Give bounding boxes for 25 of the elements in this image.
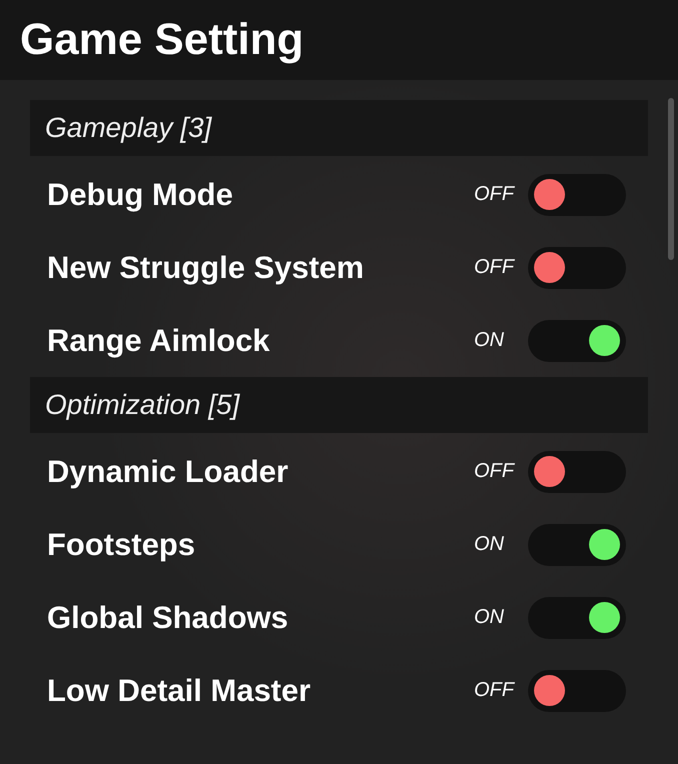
setting-label: New Struggle System xyxy=(47,250,365,286)
toggle-switch[interactable] xyxy=(528,450,626,492)
window-title: Game Setting xyxy=(20,15,304,65)
toggle-switch[interactable] xyxy=(528,320,626,362)
setting-label: Debug Mode xyxy=(47,176,234,212)
setting-label: Low Detail Master xyxy=(47,672,312,708)
setting-label: Global Shadows xyxy=(47,600,290,636)
scrollbar[interactable] xyxy=(668,98,674,260)
section-header: Optimization [5] xyxy=(30,377,648,433)
toggle-switch[interactable] xyxy=(528,670,626,712)
setting-label: Dynamic Loader xyxy=(47,454,290,490)
state-text: OFF xyxy=(474,679,516,702)
state-text: ON xyxy=(474,533,505,556)
state-text: OFF xyxy=(474,256,516,279)
toggle-switch[interactable] xyxy=(528,246,626,288)
setting-label: Range Aimlock xyxy=(47,322,271,358)
state-text: OFF xyxy=(474,183,516,206)
toggle-switch[interactable] xyxy=(528,524,626,566)
state-text: ON xyxy=(474,606,505,629)
setting-label: Footsteps xyxy=(47,526,196,562)
section-header: Gameplay [3] xyxy=(30,100,648,156)
state-text: OFF xyxy=(474,460,516,483)
toggle-switch[interactable] xyxy=(528,174,626,216)
toggle-switch[interactable] xyxy=(528,596,626,638)
state-text: ON xyxy=(474,329,505,352)
